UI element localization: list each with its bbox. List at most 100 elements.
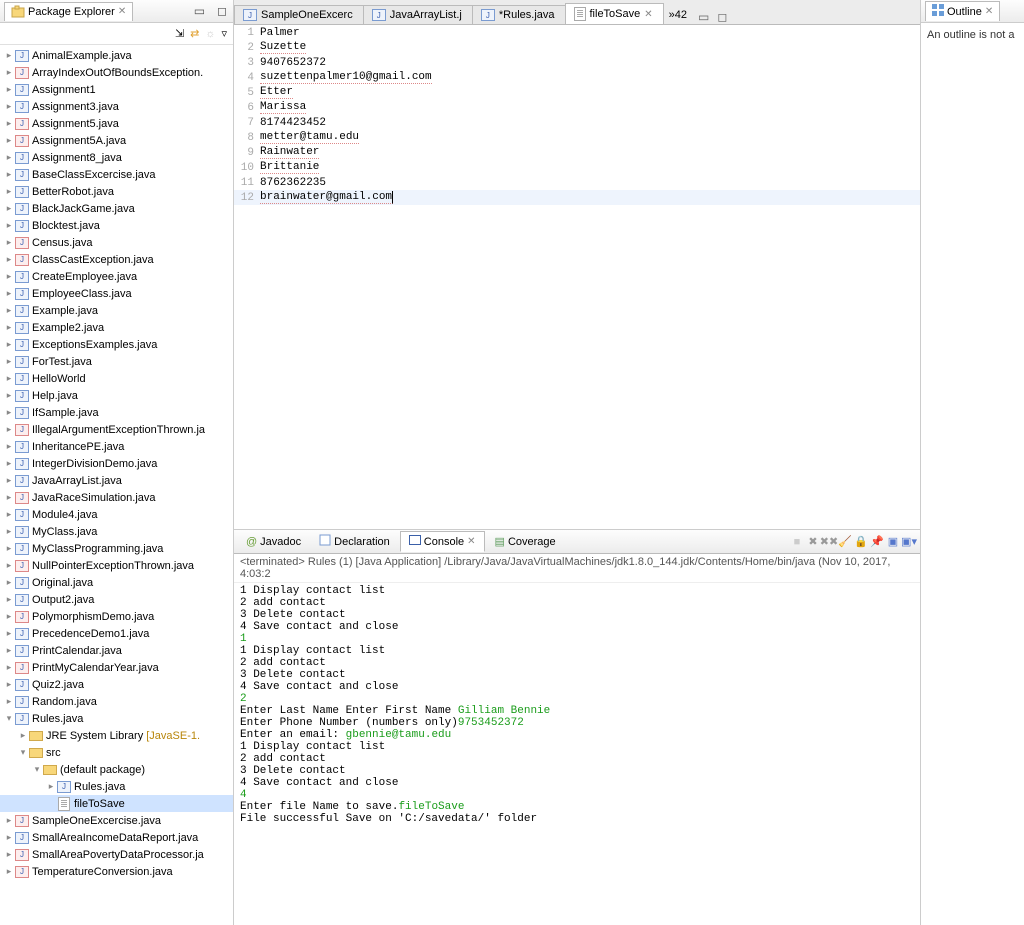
remove-all-icon[interactable]: ✖✖ xyxy=(822,535,836,548)
tree-item[interactable]: ▸ J PrintMyCalendarYear.java xyxy=(0,659,233,676)
editor-line[interactable]: 4 suzettenpalmer10@gmail.com xyxy=(234,70,920,85)
maximize-icon[interactable]: ◻ xyxy=(717,10,727,24)
tree-item[interactable]: ▸ J AnimalExample.java xyxy=(0,47,233,64)
close-icon[interactable]: ✕ xyxy=(644,9,652,20)
editor-line[interactable]: 8 metter@tamu.edu xyxy=(234,130,920,145)
tree-item[interactable]: ▸ J Quiz2.java xyxy=(0,676,233,693)
tree-item[interactable]: ▸ J Output2.java xyxy=(0,591,233,608)
tree-item[interactable]: ▸ JRE System Library [JavaSE-1. xyxy=(0,727,233,744)
tree-item[interactable]: ▸ J ExceptionsExamples.java xyxy=(0,336,233,353)
disclosure-icon[interactable]: ▸ xyxy=(4,135,14,146)
tree-item[interactable]: ▸ J Help.java xyxy=(0,387,233,404)
tree-item[interactable]: ▸ J IntegerDivisionDemo.java xyxy=(0,455,233,472)
disclosure-icon[interactable]: ▸ xyxy=(4,543,14,554)
disclosure-icon[interactable]: ▸ xyxy=(4,492,14,503)
tree-item[interactable]: ▸ J Assignment8_java xyxy=(0,149,233,166)
editor-line[interactable]: 7 8174423452 xyxy=(234,115,920,130)
editor-overflow[interactable]: »42 xyxy=(663,6,693,24)
package-explorer-tree[interactable]: ▸ J AnimalExample.java ▸ J ArrayIndexOut… xyxy=(0,45,233,925)
disclosure-icon[interactable]: ▸ xyxy=(4,237,14,248)
tree-item[interactable]: ▸ J BlackJackGame.java xyxy=(0,200,233,217)
tree-item[interactable]: ▸ J IfSample.java xyxy=(0,404,233,421)
outline-tab[interactable]: Outline ✕ xyxy=(925,1,1000,21)
tree-item[interactable]: ▸ J Census.java xyxy=(0,234,233,251)
disclosure-icon[interactable]: ▸ xyxy=(4,645,14,656)
disclosure-icon[interactable]: ▸ xyxy=(4,628,14,639)
disclosure-icon[interactable]: ▸ xyxy=(4,254,14,265)
disclosure-icon[interactable]: ▸ xyxy=(4,866,14,877)
disclosure-icon[interactable]: ▸ xyxy=(4,50,14,61)
terminate-icon[interactable]: ■ xyxy=(790,536,804,548)
disclosure-icon[interactable]: ▸ xyxy=(46,781,56,792)
disclosure-icon[interactable]: ▾ xyxy=(18,747,28,758)
tree-item[interactable]: ▸ J SmallAreaIncomeDataReport.java xyxy=(0,829,233,846)
tree-item[interactable]: ▸ J Rules.java xyxy=(0,778,233,795)
tree-item[interactable]: ▸ J Assignment5A.java xyxy=(0,132,233,149)
tree-item[interactable]: ▸ J ArrayIndexOutOfBoundsException. xyxy=(0,64,233,81)
tree-item[interactable]: ▸ J Assignment5.java xyxy=(0,115,233,132)
tree-item[interactable]: ▸ J Blocktest.java xyxy=(0,217,233,234)
disclosure-icon[interactable]: ▸ xyxy=(4,339,14,350)
tree-item[interactable]: ▸ J SmallAreaPovertyDataProcessor.ja xyxy=(0,846,233,863)
pin-console-icon[interactable]: 📌 xyxy=(870,535,884,548)
tree-item[interactable]: ▸ J Original.java xyxy=(0,574,233,591)
editor-tab-filetosave[interactable]: fileToSave ✕ xyxy=(565,3,664,24)
close-icon[interactable]: ✕ xyxy=(985,6,993,17)
disclosure-icon[interactable]: ▸ xyxy=(4,118,14,129)
tree-item[interactable]: ▸ J TemperatureConversion.java xyxy=(0,863,233,880)
tree-item[interactable]: ▾ (default package) xyxy=(0,761,233,778)
tree-item[interactable]: fileToSave xyxy=(0,795,233,812)
disclosure-icon[interactable]: ▸ xyxy=(4,84,14,95)
tree-item[interactable]: ▸ J PrecedenceDemo1.java xyxy=(0,625,233,642)
disclosure-icon[interactable]: ▸ xyxy=(4,288,14,299)
editor-line[interactable]: 6 Marissa xyxy=(234,100,920,115)
tree-item[interactable]: ▸ J BaseClassExcercise.java xyxy=(0,166,233,183)
disclosure-icon[interactable]: ▸ xyxy=(4,152,14,163)
tree-item[interactable]: ▸ J Assignment3.java xyxy=(0,98,233,115)
disclosure-icon[interactable]: ▸ xyxy=(4,356,14,367)
tree-item[interactable]: ▾ src xyxy=(0,744,233,761)
close-icon[interactable]: ✕ xyxy=(467,536,475,547)
editor-line[interactable]: 10 Brittanie xyxy=(234,160,920,175)
disclosure-icon[interactable]: ▸ xyxy=(4,424,14,435)
link-editor-icon[interactable]: ⇄ xyxy=(190,27,199,40)
package-explorer-tab[interactable]: Package Explorer ✕ xyxy=(4,2,133,21)
tab-coverage[interactable]: ▤ Coverage xyxy=(487,533,564,550)
disclosure-icon[interactable]: ▸ xyxy=(4,458,14,469)
editor-line[interactable]: 12 brainwater@gmail.com xyxy=(234,190,920,205)
tree-item[interactable]: ▾ J Rules.java xyxy=(0,710,233,727)
disclosure-icon[interactable]: ▸ xyxy=(4,611,14,622)
tree-item[interactable]: ▸ J HelloWorld xyxy=(0,370,233,387)
tree-item[interactable]: ▸ J MyClass.java xyxy=(0,523,233,540)
tree-item[interactable]: ▸ J Module4.java xyxy=(0,506,233,523)
disclosure-icon[interactable]: ▸ xyxy=(4,322,14,333)
disclosure-icon[interactable]: ▸ xyxy=(4,832,14,843)
disclosure-icon[interactable]: ▸ xyxy=(4,577,14,588)
disclosure-icon[interactable]: ▸ xyxy=(4,203,14,214)
editor-line[interactable]: 5 Etter xyxy=(234,85,920,100)
disclosure-icon[interactable]: ▸ xyxy=(4,169,14,180)
editor-line[interactable]: 3 9407652372 xyxy=(234,55,920,70)
tree-item[interactable]: ▸ J IllegalArgumentExceptionThrown.ja xyxy=(0,421,233,438)
editor-line[interactable]: 1 Palmer xyxy=(234,25,920,40)
tree-item[interactable]: ▸ J ForTest.java xyxy=(0,353,233,370)
focus-icon[interactable]: ☼ xyxy=(205,28,215,40)
editor-tab-javaarraylist[interactable]: J JavaArrayList.j xyxy=(363,5,473,24)
tree-item[interactable]: ▸ J SampleOneExcercise.java xyxy=(0,812,233,829)
tree-item[interactable]: ▸ J Example.java xyxy=(0,302,233,319)
tree-item[interactable]: ▸ J JavaArrayList.java xyxy=(0,472,233,489)
disclosure-icon[interactable]: ▸ xyxy=(4,67,14,78)
disclosure-icon[interactable]: ▸ xyxy=(4,373,14,384)
disclosure-icon[interactable]: ▸ xyxy=(4,101,14,112)
disclosure-icon[interactable]: ▸ xyxy=(4,560,14,571)
disclosure-icon[interactable]: ▸ xyxy=(4,220,14,231)
tree-item[interactable]: ▸ J JavaRaceSimulation.java xyxy=(0,489,233,506)
disclosure-icon[interactable]: ▸ xyxy=(4,475,14,486)
tree-item[interactable]: ▸ J ClassCastException.java xyxy=(0,251,233,268)
disclosure-icon[interactable]: ▸ xyxy=(4,815,14,826)
tab-declaration[interactable]: Declaration xyxy=(311,532,398,551)
clear-console-icon[interactable]: 🧹 xyxy=(838,535,852,548)
close-icon[interactable]: ✕ xyxy=(118,6,126,17)
disclosure-icon[interactable]: ▸ xyxy=(4,662,14,673)
disclosure-icon[interactable]: ▸ xyxy=(4,390,14,401)
